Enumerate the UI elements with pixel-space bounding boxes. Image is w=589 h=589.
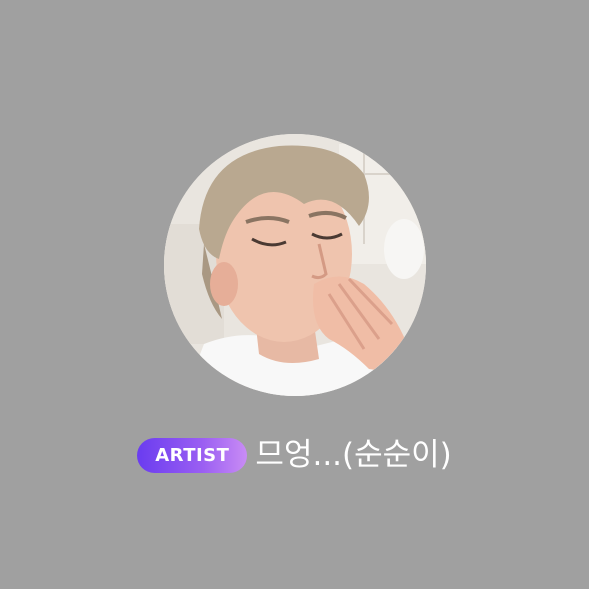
profile-name-row: ARTIST 므엉...(순순이)	[0, 432, 589, 478]
artist-badge: ARTIST	[137, 437, 248, 473]
profile-username: 므엉...(순순이)	[255, 437, 452, 473]
avatar-photo	[164, 134, 426, 396]
profile-avatar[interactable]	[164, 134, 426, 396]
